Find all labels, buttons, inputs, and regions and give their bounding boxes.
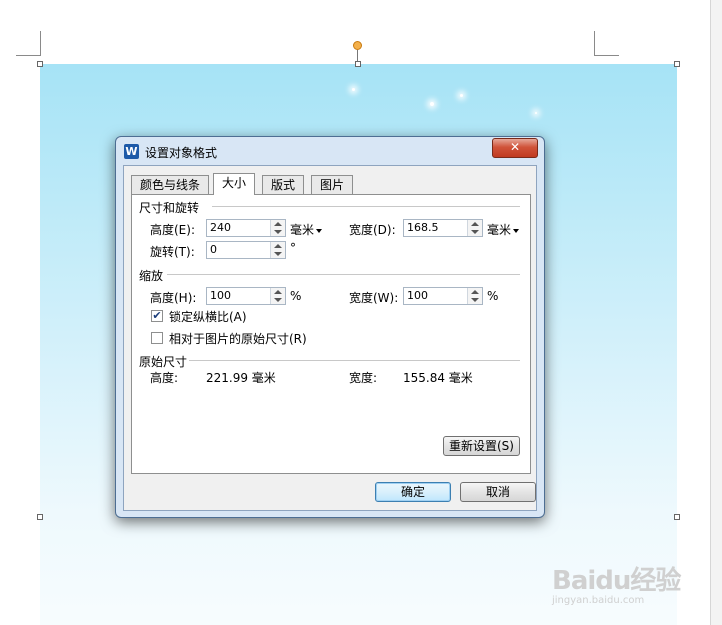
original-width-label: 宽度: bbox=[349, 371, 378, 385]
spin-up-icon[interactable] bbox=[274, 244, 282, 248]
relative-original-checkbox[interactable] bbox=[151, 332, 163, 344]
spin-down-icon[interactable] bbox=[274, 230, 282, 234]
relative-original-label[interactable]: 相对于图片的原始尺寸(R) bbox=[169, 330, 307, 347]
chevron-down-icon bbox=[513, 228, 520, 233]
scale-width-input[interactable]: 100 bbox=[407, 289, 428, 302]
dialog-title: 设置对象格式 bbox=[145, 146, 218, 160]
scale-width-spinner[interactable]: 100 bbox=[403, 287, 483, 305]
sparkle-decoration bbox=[430, 102, 434, 106]
rotation-unit: ° bbox=[290, 241, 296, 255]
width-unit: 毫米 bbox=[487, 223, 512, 237]
section-divider bbox=[167, 274, 520, 275]
rotation-spinner[interactable]: 0 bbox=[206, 241, 286, 259]
dialog-body: 颜色与线条 大小 版式 图片 尺寸和旋转 高度(E): 240 毫米 宽度(D)… bbox=[123, 165, 537, 511]
crop-mark-top-right bbox=[594, 31, 619, 56]
section-divider bbox=[189, 360, 520, 361]
spin-up-icon[interactable] bbox=[274, 290, 282, 294]
resize-handle-top-left[interactable] bbox=[37, 61, 43, 67]
height-input[interactable]: 240 bbox=[210, 221, 231, 234]
scale-height-input[interactable]: 100 bbox=[210, 289, 231, 302]
scale-height-unit: % bbox=[290, 289, 302, 303]
lock-aspect-label[interactable]: 锁定纵横比(A) bbox=[169, 308, 247, 325]
resize-handle-top-center[interactable] bbox=[355, 61, 361, 67]
checkmark-icon: ✔ bbox=[152, 309, 162, 322]
scale-width-spin-arrows[interactable] bbox=[467, 288, 482, 304]
spin-down-icon[interactable] bbox=[274, 298, 282, 302]
section-title-size-rotation: 尺寸和旋转 bbox=[139, 201, 200, 215]
width-input[interactable]: 168.5 bbox=[407, 221, 439, 234]
chevron-down-icon bbox=[316, 228, 323, 233]
resize-handle-middle-left[interactable] bbox=[37, 514, 43, 520]
scale-height-label: 高度(H): bbox=[150, 291, 197, 305]
height-unit: 毫米 bbox=[290, 223, 315, 237]
height-spin-arrows[interactable] bbox=[270, 220, 285, 236]
spin-up-icon[interactable] bbox=[274, 222, 282, 226]
rotation-spin-arrows[interactable] bbox=[270, 242, 285, 258]
tab-size[interactable]: 大小 bbox=[213, 173, 256, 195]
scale-height-spin-arrows[interactable] bbox=[270, 288, 285, 304]
width-spin-arrows[interactable] bbox=[467, 220, 482, 236]
spin-up-icon[interactable] bbox=[471, 222, 479, 226]
spin-down-icon[interactable] bbox=[274, 252, 282, 256]
ok-button[interactable]: 确定 bbox=[375, 482, 451, 502]
close-icon: ✕ bbox=[509, 140, 521, 154]
section-title-original-size: 原始尺寸 bbox=[139, 355, 188, 369]
cancel-button[interactable]: 取消 bbox=[460, 482, 536, 502]
sparkle-decoration bbox=[352, 88, 355, 91]
resize-handle-top-right[interactable] bbox=[674, 61, 680, 67]
spin-down-icon[interactable] bbox=[471, 298, 479, 302]
spin-down-icon[interactable] bbox=[471, 230, 479, 234]
vertical-scrollbar[interactable] bbox=[710, 0, 722, 625]
original-height-label: 高度: bbox=[150, 371, 179, 385]
section-title-scale: 缩放 bbox=[139, 269, 164, 283]
height-spinner[interactable]: 240 bbox=[206, 219, 286, 237]
size-tab-panel: 尺寸和旋转 高度(E): 240 毫米 宽度(D): 168.5 毫米 旋转(T… bbox=[131, 194, 531, 474]
height-label: 高度(E): bbox=[150, 223, 195, 237]
baidu-watermark: Baidu经验 jingyan.baidu.com bbox=[552, 560, 681, 606]
crop-mark-top-left bbox=[16, 31, 41, 56]
sparkle-decoration bbox=[460, 94, 463, 97]
tab-colors-and-lines[interactable]: 颜色与线条 bbox=[131, 175, 210, 194]
spin-up-icon[interactable] bbox=[471, 290, 479, 294]
original-width-value: 155.84 毫米 bbox=[403, 371, 473, 385]
watermark-logo: Baidu经验 bbox=[552, 566, 681, 596]
sparkle-decoration bbox=[535, 112, 537, 114]
width-unit-dropdown[interactable]: 毫米 bbox=[487, 221, 520, 238]
dialog-titlebar[interactable]: W 设置对象格式 ✕ bbox=[116, 137, 544, 165]
original-height-value: 221.99 毫米 bbox=[206, 371, 276, 385]
resize-handle-middle-right[interactable] bbox=[674, 514, 680, 520]
height-unit-dropdown[interactable]: 毫米 bbox=[290, 221, 323, 238]
width-label: 宽度(D): bbox=[349, 223, 396, 237]
lock-aspect-checkbox[interactable]: ✔ bbox=[151, 310, 163, 322]
tab-layout[interactable]: 版式 bbox=[262, 175, 305, 194]
reset-button[interactable]: 重新设置(S) bbox=[443, 436, 520, 456]
close-button[interactable]: ✕ bbox=[492, 138, 538, 158]
scale-height-spinner[interactable]: 100 bbox=[206, 287, 286, 305]
section-divider bbox=[212, 206, 520, 207]
rotation-handle[interactable] bbox=[353, 41, 362, 50]
rotation-input[interactable]: 0 bbox=[210, 243, 217, 256]
scale-width-label: 宽度(W): bbox=[349, 291, 399, 305]
scale-width-unit: % bbox=[487, 289, 499, 303]
format-object-dialog: W 设置对象格式 ✕ 颜色与线条 大小 版式 图片 尺寸和旋转 高度(E): 2… bbox=[115, 136, 545, 518]
width-spinner[interactable]: 168.5 bbox=[403, 219, 483, 237]
tab-picture[interactable]: 图片 bbox=[311, 175, 354, 194]
rotation-label: 旋转(T): bbox=[150, 245, 195, 259]
wps-writer-icon: W bbox=[124, 144, 139, 159]
